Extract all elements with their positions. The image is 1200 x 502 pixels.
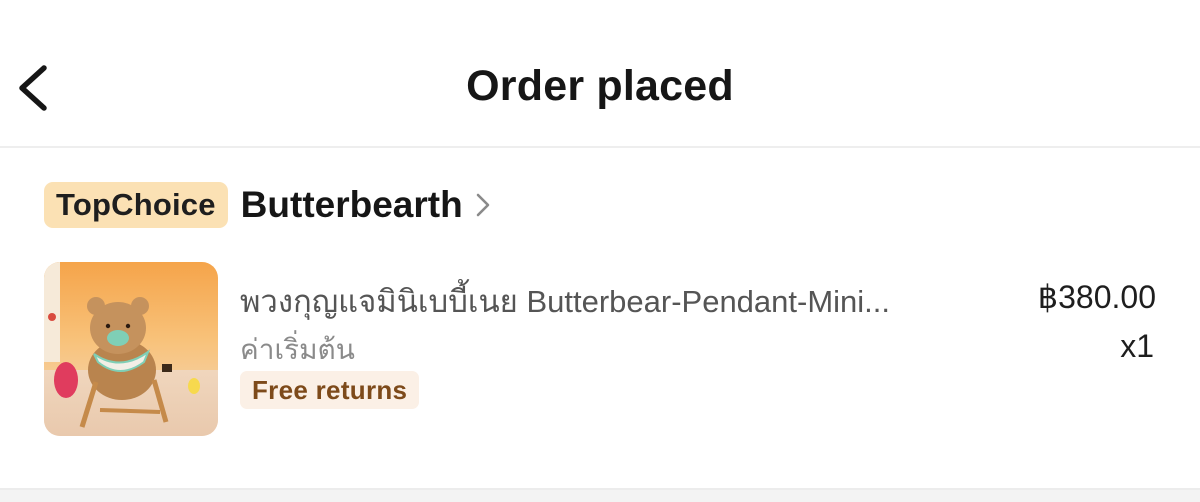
- product-image[interactable]: [44, 262, 218, 436]
- shop-link[interactable]: Butterbearth: [241, 184, 493, 226]
- page-title: Order placed: [466, 62, 734, 110]
- product-name[interactable]: พวงกุญแจมินิเบบี้เนย Butterbear-Pendant-…: [240, 276, 990, 326]
- topchoice-badge: TopChoice: [44, 182, 228, 228]
- shop-name: Butterbearth: [240, 184, 463, 225]
- chevron-right-icon: [476, 193, 490, 217]
- item-quantity: x1: [1120, 328, 1154, 364]
- section-divider: [0, 488, 1200, 502]
- header-bar: Order placed: [0, 0, 1200, 146]
- header-divider: [0, 146, 1200, 148]
- variant-text: ค่าเริ่มต้น: [240, 334, 355, 365]
- item-price: ฿380.00: [1037, 279, 1156, 315]
- free-returns-badge: Free returns: [240, 371, 420, 409]
- bear-plush-image: [44, 262, 218, 436]
- shop-row: TopChoice Butterbearth: [44, 182, 493, 228]
